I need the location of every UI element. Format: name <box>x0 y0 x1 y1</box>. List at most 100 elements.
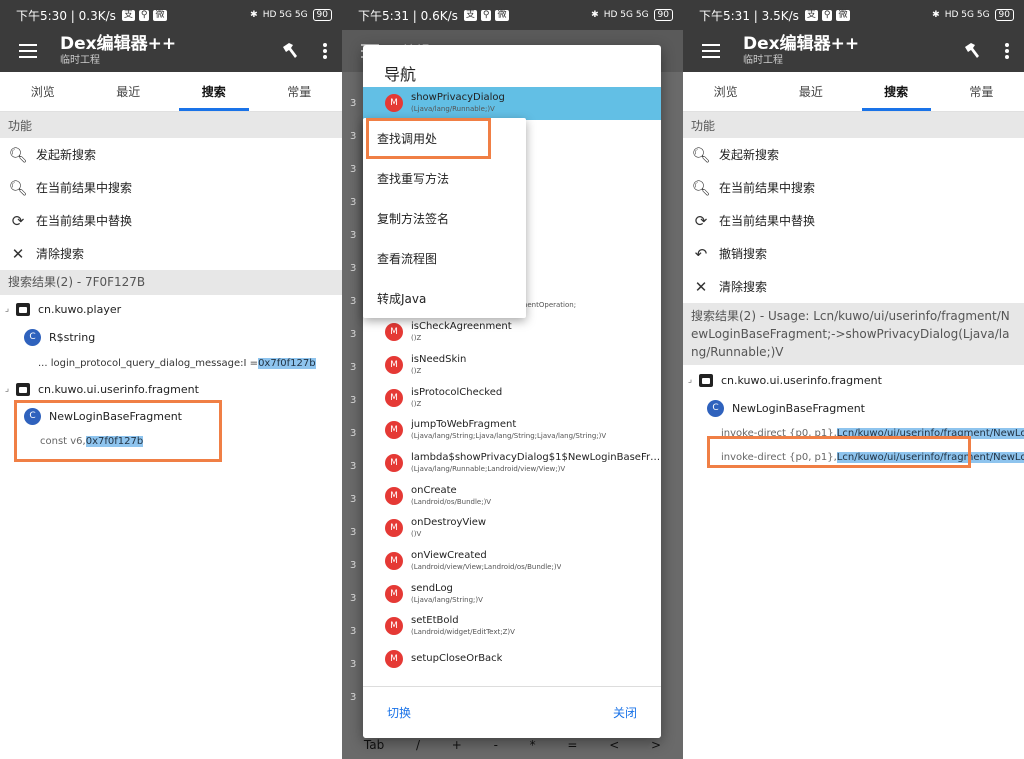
key-equals[interactable]: = <box>567 738 577 752</box>
tab-recent[interactable]: 最近 <box>86 72 172 111</box>
close-icon: ✕ <box>694 277 708 296</box>
folder-icon <box>699 373 713 387</box>
replace-in-results-item[interactable]: ⟳ 在当前结果中替换 <box>0 204 342 237</box>
key-slash[interactable]: / <box>416 738 420 752</box>
line-number: 3 <box>350 197 357 208</box>
method-name: onDestroyView <box>411 517 487 529</box>
method-row[interactable]: MsetEtBold (Landroid/widget/EditText;Z)V <box>363 610 661 643</box>
tree-result-line[interactable]: const v6, 0x7f0f127b <box>0 429 342 453</box>
menu-icon[interactable] <box>683 30 739 72</box>
line-number: 3 <box>350 626 357 637</box>
method-row[interactable]: MshowPrivacyDialog (Ljava/lang/Runnable;)… <box>363 87 661 120</box>
app-titles: Dex编辑器++ 临时工程 <box>743 34 954 68</box>
menu-item-flowchart[interactable]: 查看流程图 <box>363 238 526 278</box>
search-icon: 🔍︎ <box>8 178 28 197</box>
search-icon: 🔍︎ <box>8 145 28 164</box>
tab-search[interactable]: 搜索 <box>854 72 939 111</box>
function-label: 清除搜索 <box>719 280 768 294</box>
clear-search-item[interactable]: ✕ 清除搜索 <box>683 270 1024 303</box>
build-hammer-icon[interactable] <box>954 30 990 72</box>
method-row[interactable]: Mlambda$showPrivacyDialog$1$NewLoginBase… <box>363 447 661 480</box>
key-tab[interactable]: Tab <box>364 738 384 752</box>
tab-search[interactable]: 搜索 <box>171 72 257 111</box>
tree-class-row[interactable]: C R$string <box>0 323 342 351</box>
app-subtitle: 临时工程 <box>60 55 100 66</box>
method-name: sendLog <box>411 582 453 594</box>
method-row[interactable]: MisNeedSkin ()Z <box>363 349 661 382</box>
expand-icon: ⌟ <box>4 384 10 394</box>
method-row[interactable]: MsetupCloseOrBack <box>363 643 661 676</box>
more-options-icon[interactable] <box>308 30 342 72</box>
method-signature: (Ljava/lang/Runnable;)V <box>411 105 495 114</box>
line-number: 3 <box>350 296 357 307</box>
menu-item-find-callers[interactable]: 查找调用处 <box>363 118 526 158</box>
key-minus[interactable]: - <box>494 738 498 752</box>
method-row[interactable]: MisCheckAgreenment ()Z <box>363 316 661 349</box>
tab-recent[interactable]: 最近 <box>768 72 853 111</box>
method-icon: M <box>385 323 403 342</box>
status-time: 下午5:30 | 0.3K/s <box>16 8 116 23</box>
key-greater[interactable]: > <box>651 738 661 752</box>
method-row[interactable]: MisProtocolChecked ()Z <box>363 381 661 414</box>
method-icon: M <box>385 421 403 440</box>
menu-item-find-overrides[interactable]: 查找重写方法 <box>363 158 526 198</box>
search-in-results-item[interactable]: 🔍︎ 在当前结果中搜索 <box>0 171 342 204</box>
method-row[interactable]: MonDestroyView ()V <box>363 512 661 545</box>
method-icon: M <box>385 355 403 374</box>
class-name: NewLoginBaseFragment <box>732 401 865 415</box>
tab-constants[interactable]: 常量 <box>939 72 1024 111</box>
method-row[interactable]: MsendLog (Ljava/lang/String;)V <box>363 577 661 610</box>
line-number: 3 <box>350 230 357 241</box>
key-star[interactable]: * <box>530 738 536 752</box>
method-name: onCreate <box>411 484 457 496</box>
bluetooth-icon: ✱ <box>932 10 940 20</box>
new-search-item[interactable]: 🔍︎ 发起新搜索 <box>0 138 342 171</box>
switch-button[interactable]: 切换 <box>387 704 411 721</box>
menu-icon[interactable] <box>0 30 56 72</box>
key-plus[interactable]: + <box>452 738 462 752</box>
method-name: setEtBold <box>411 615 459 627</box>
clear-search-item[interactable]: ✕ 清除搜索 <box>0 237 342 270</box>
method-row[interactable]: MonCreate (Landroid/os/Bundle;)V <box>363 479 661 512</box>
more-options-icon[interactable] <box>990 30 1024 72</box>
undo-search-item[interactable]: ↶ 撤销搜索 <box>683 237 1024 270</box>
key-less[interactable]: < <box>609 738 619 752</box>
tab-browse[interactable]: 浏览 <box>683 72 768 111</box>
tab-browse[interactable]: 浏览 <box>0 72 86 111</box>
method-row[interactable]: MjumpToWebFragment (Ljava/lang/String;Lja… <box>363 414 661 447</box>
tree-class-row[interactable]: C NewLoginBaseFragment <box>0 403 342 429</box>
tree-result-line[interactable]: invoke-direct {p0, p1}, Lcn/kuwo/ui/user… <box>683 445 1024 469</box>
method-signature: (Landroid/os/Bundle;)V <box>411 497 492 506</box>
method-signature: ()V <box>411 530 422 539</box>
wechat-icon: 微 <box>836 9 850 21</box>
dialog-title: 导航 <box>384 65 417 84</box>
tree-class-row[interactable]: C NewLoginBaseFragment <box>683 395 1024 421</box>
method-text: setupCloseOrBack <box>411 653 502 665</box>
replace-in-results-item[interactable]: ⟳ 在当前结果中替换 <box>683 204 1024 237</box>
expand-icon: ⌟ <box>4 304 10 314</box>
app-titles: Dex编辑器++ 临时工程 <box>60 34 272 68</box>
tree-result-line[interactable]: invoke-direct {p0, p1}, Lcn/kuwo/ui/user… <box>683 421 1024 445</box>
new-search-item[interactable]: 🔍︎ 发起新搜索 <box>683 138 1024 171</box>
network-indicator: HD 5G 5G <box>603 10 649 20</box>
close-button[interactable]: 关闭 <box>613 704 637 721</box>
tab-constants[interactable]: 常量 <box>257 72 343 111</box>
tree-result-line[interactable]: ... login_protocol_query_dialog_message:… <box>0 351 342 375</box>
method-row[interactable]: MonViewCreated (Landroid/view/View;Landro… <box>363 545 661 578</box>
menu-item-copy-signature[interactable]: 复制方法签名 <box>363 198 526 238</box>
tree-package-row[interactable]: ⌟ cn.kuwo.ui.userinfo.fragment <box>0 375 342 403</box>
build-hammer-icon[interactable] <box>272 30 308 72</box>
tree-package-row[interactable]: ⌟ cn.kuwo.player <box>0 295 342 323</box>
tab-bar: 浏览 最近 搜索 常量 <box>0 72 342 112</box>
result-highlight: Lcn/kuwo/ui/userinfo/fragment/NewLogi… <box>836 427 1024 439</box>
location-icon: ⚲ <box>138 9 150 21</box>
wechat-icon: 微 <box>153 9 167 21</box>
search-in-results-item[interactable]: 🔍︎ 在当前结果中搜索 <box>683 171 1024 204</box>
menu-item-to-java[interactable]: 转成Java <box>363 278 526 318</box>
line-number: 3 <box>350 692 357 703</box>
app-subtitle: 临时工程 <box>743 55 783 66</box>
line-number: 3 <box>350 131 357 142</box>
close-icon: ✕ <box>11 244 25 263</box>
tab-bar: 浏览 最近 搜索 常量 <box>683 72 1024 112</box>
tree-package-row[interactable]: ⌟ cn.kuwo.ui.userinfo.fragment <box>683 365 1024 395</box>
